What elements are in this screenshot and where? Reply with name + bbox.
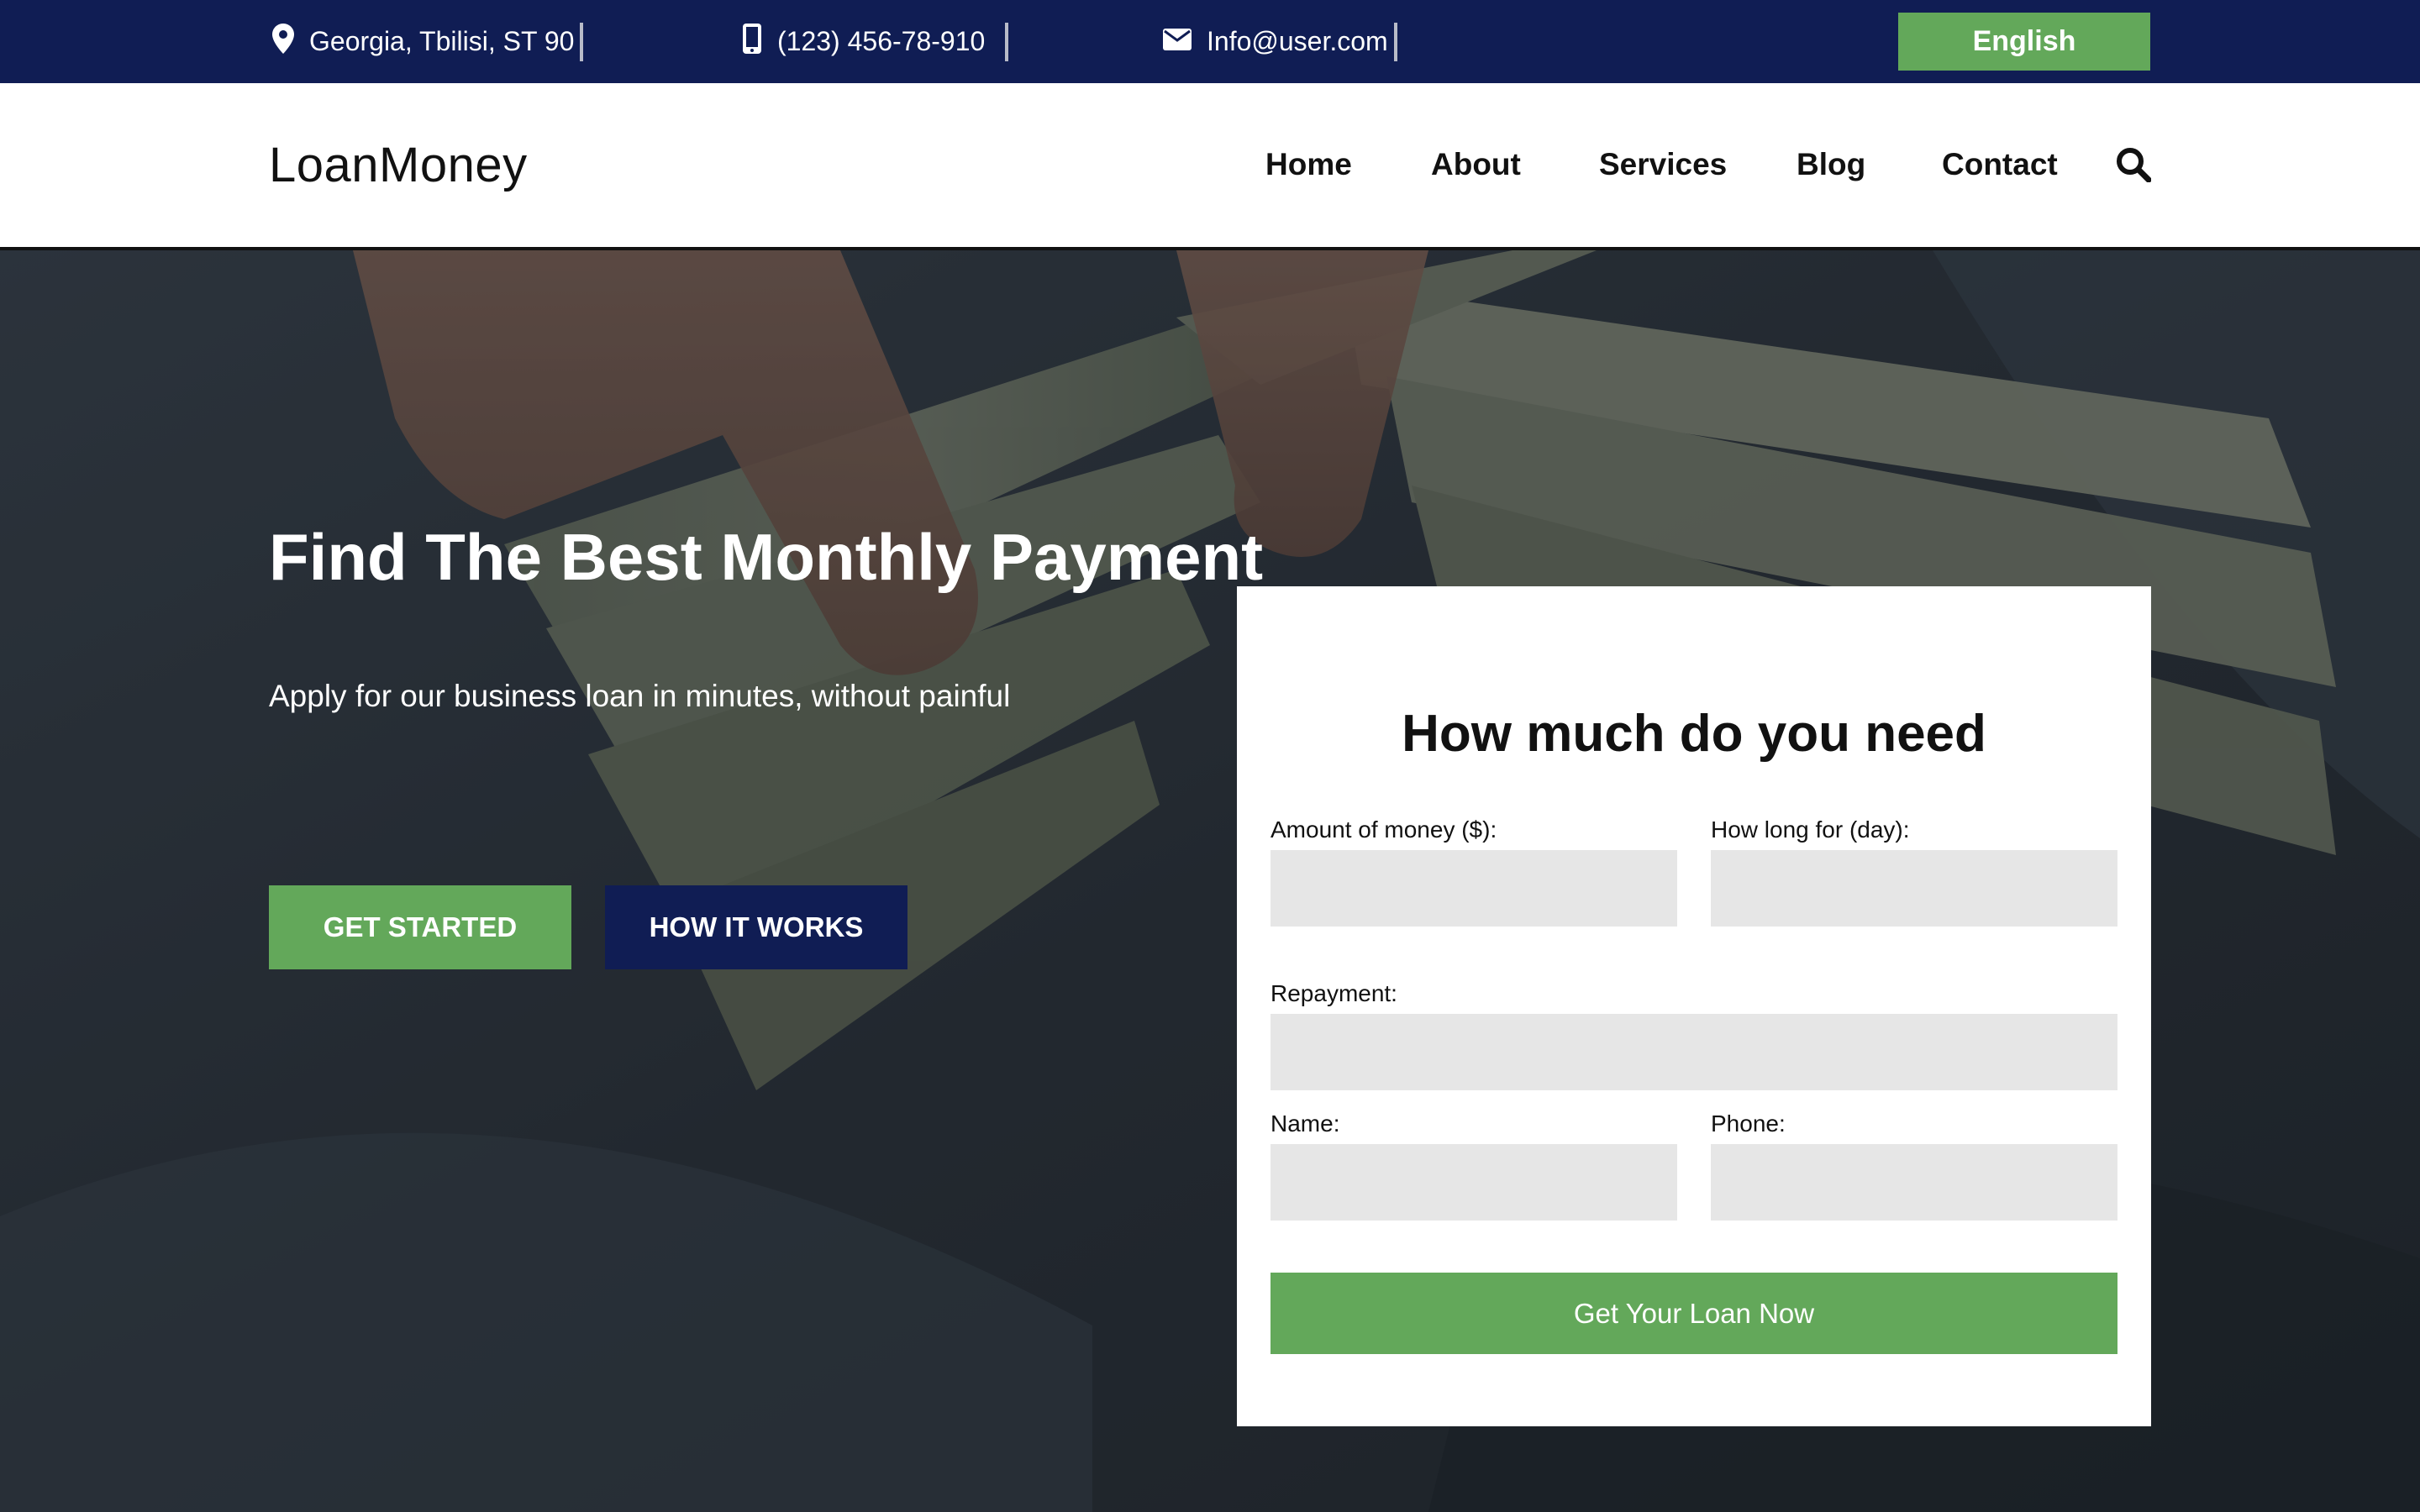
address-item: Georgia, Tbilisi, ST 90 (272, 0, 574, 83)
amount-input[interactable] (1270, 850, 1677, 927)
nav-link-home[interactable]: Home (1265, 147, 1352, 182)
language-button[interactable]: English (1898, 13, 2150, 71)
phone-text: (123) 456-78-910 (777, 26, 986, 56)
phone-input[interactable] (1711, 1144, 2118, 1221)
main-navbar: LoanMoney Home About Services Blog Conta… (0, 83, 2420, 250)
phone-item: (123) 456-78-910 (742, 0, 985, 83)
divider (1005, 23, 1008, 61)
repayment-input[interactable] (1270, 1014, 2118, 1090)
nav-link-contact[interactable]: Contact (1942, 147, 2058, 182)
name-input[interactable] (1270, 1144, 1677, 1221)
duration-input[interactable] (1711, 850, 2118, 927)
duration-label: How long for (day): (1711, 816, 1910, 843)
envelope-icon (1163, 26, 1192, 57)
name-label: Name: (1270, 1110, 1340, 1137)
nav-link-services[interactable]: Services (1599, 147, 1727, 182)
how-it-works-button[interactable]: HOW IT WORKS (605, 885, 908, 969)
loan-form-card: How much do you need Amount of money ($)… (1237, 586, 2151, 1426)
hero-title: Find The Best Monthly Payment (269, 520, 1264, 594)
phone-label: Phone: (1711, 1110, 1786, 1137)
repayment-label: Repayment: (1270, 980, 1397, 1006)
get-started-button[interactable]: GET STARTED (269, 885, 571, 969)
address-text: Georgia, Tbilisi, ST 90 (309, 26, 575, 56)
amount-label: Amount of money ($): (1270, 816, 1497, 843)
email-text[interactable]: Info@user.com (1207, 26, 1388, 57)
nav-link-about[interactable]: About (1431, 147, 1521, 182)
mobile-phone-icon (742, 23, 762, 61)
get-loan-button[interactable]: Get Your Loan Now (1270, 1273, 2118, 1354)
nav-link-blog[interactable]: Blog (1797, 147, 1865, 182)
email-item: Info@user.com (1163, 0, 1388, 83)
site-logo[interactable]: LoanMoney (269, 137, 528, 193)
hero-section: Find The Best Monthly Payment Apply for … (0, 250, 2420, 1512)
divider (1394, 23, 1397, 61)
search-icon[interactable] (2116, 147, 2152, 183)
location-pin-icon (272, 23, 294, 60)
form-title: How much do you need (1402, 705, 1986, 763)
hero-subtitle: Apply for our business loan in minutes, … (269, 679, 1011, 713)
divider (580, 23, 583, 61)
top-info-bar: Georgia, Tbilisi, ST 90 (123) 456-78-910… (0, 0, 2420, 83)
